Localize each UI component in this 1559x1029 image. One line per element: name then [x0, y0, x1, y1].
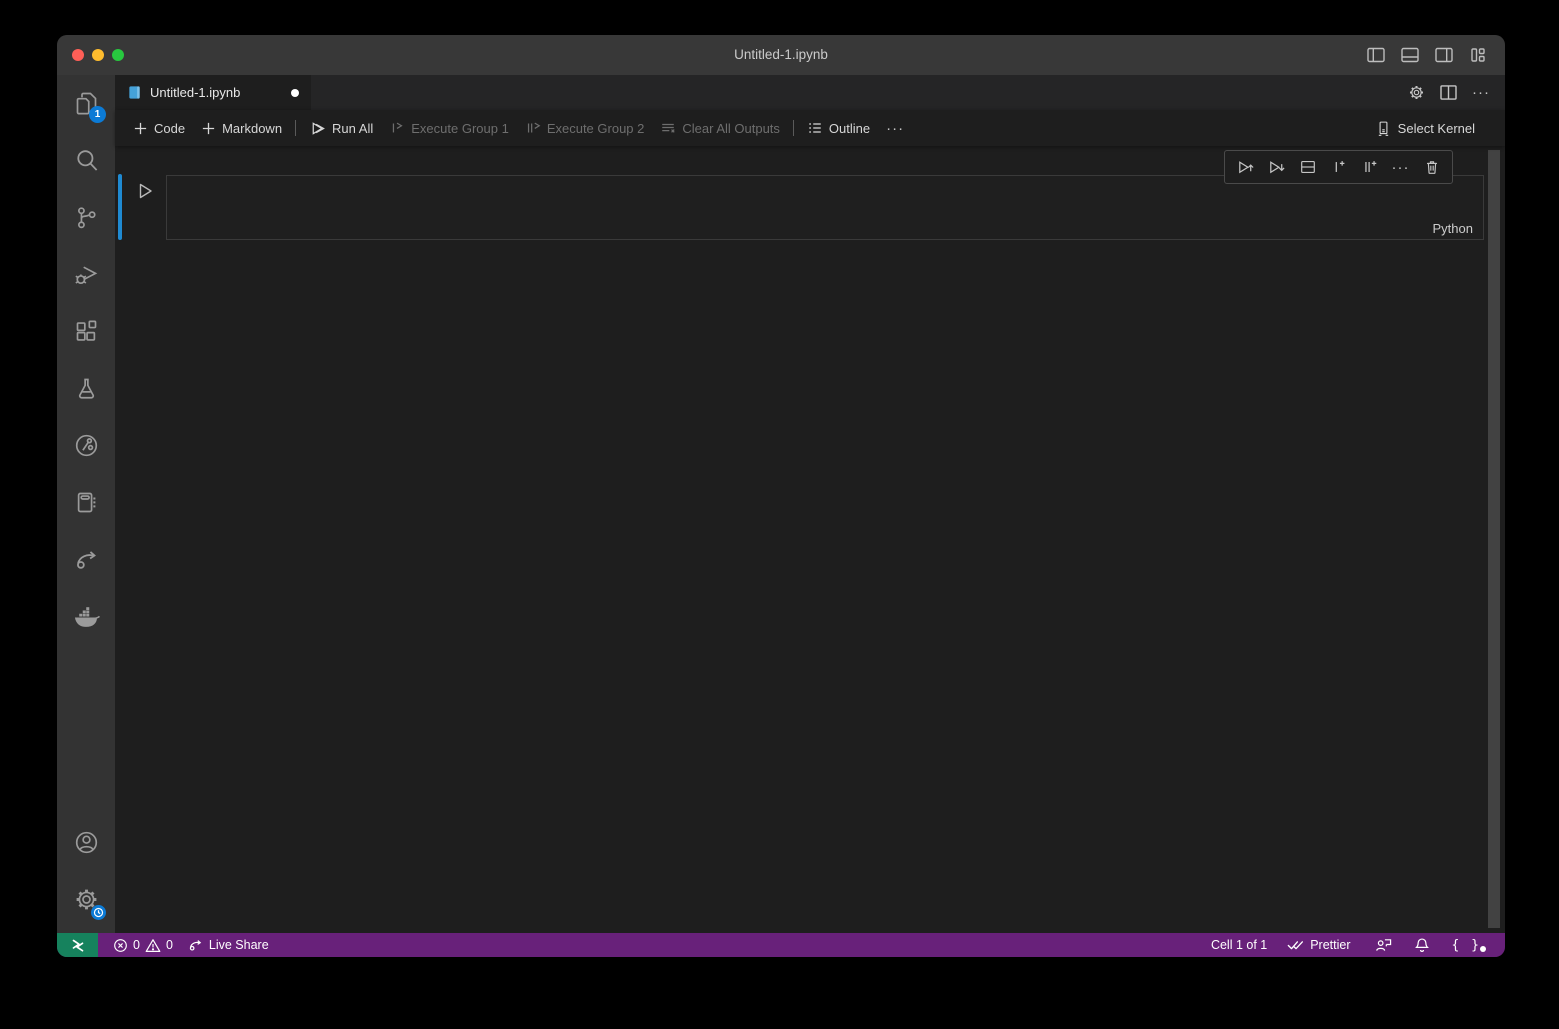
search-icon[interactable]	[57, 132, 115, 189]
warning-count: 0	[166, 938, 173, 952]
accounts-icon[interactable]	[57, 814, 115, 871]
run-cell-icon[interactable]	[135, 181, 155, 201]
notebook-settings-gear-icon[interactable]	[1408, 84, 1425, 101]
toggle-secondary-sidebar-icon[interactable]	[1435, 47, 1453, 63]
source-control-icon[interactable]	[57, 189, 115, 246]
extensions-icon[interactable]	[57, 303, 115, 360]
explorer-badge: 1	[89, 106, 106, 123]
more-editor-actions-icon[interactable]: ···	[1472, 85, 1490, 100]
notebook-scrollbar[interactable]	[1488, 148, 1500, 932]
activity-bar-bottom	[57, 814, 115, 928]
layout-controls	[1367, 35, 1487, 75]
jupyter-notebook-icon[interactable]	[57, 474, 115, 531]
error-count: 0	[133, 938, 140, 952]
cell-ellipsis: ···	[1392, 160, 1410, 175]
insert-group-left-icon[interactable]	[1323, 153, 1354, 181]
split-editor-icon[interactable]	[1440, 85, 1457, 100]
toolbar-ellipsis: ···	[886, 121, 904, 136]
more-toolbar-actions-icon[interactable]: ···	[878, 115, 912, 141]
tab-untitled-ipynb[interactable]: Untitled-1.ipynb	[115, 75, 311, 110]
live-share-icon[interactable]	[57, 531, 115, 588]
window-title: Untitled-1.ipynb	[57, 35, 1505, 75]
toggle-panel-icon[interactable]	[1401, 47, 1419, 63]
execute-group-1-button[interactable]: Execute Group 1	[381, 115, 517, 141]
status-bar-right: Cell 1 of 1 Prettier	[1204, 933, 1505, 957]
prettier-status[interactable]: Prettier	[1280, 933, 1357, 957]
notebook-file-icon	[127, 85, 142, 100]
docker-icon[interactable]	[57, 588, 115, 645]
add-markdown-label: Markdown	[222, 121, 282, 136]
testing-icon[interactable]	[57, 360, 115, 417]
remote-indicator[interactable]	[57, 933, 98, 957]
execute-below-icon[interactable]	[1261, 153, 1292, 181]
scrollbar-thumb[interactable]	[1488, 150, 1500, 928]
live-share-label: Live Share	[209, 938, 269, 952]
status-bar: 0 0 Live Share Cell 1 of 1 Prettier	[57, 933, 1505, 957]
problems-indicator[interactable]: 0 0	[106, 933, 180, 957]
cell-position-indicator[interactable]: Cell 1 of 1	[1204, 933, 1274, 957]
select-kernel-button[interactable]: Select Kernel	[1367, 115, 1483, 141]
notebook-toolbar: Code Markdown Run All Exec	[115, 110, 1505, 146]
customize-layout-icon[interactable]	[1469, 47, 1487, 63]
braces-dot	[1480, 946, 1486, 952]
prettier-label: Prettier	[1310, 938, 1350, 952]
outline-button[interactable]: Outline	[799, 115, 878, 141]
braces-glyph: { }	[1452, 938, 1481, 953]
editor-actions: ···	[1408, 75, 1505, 110]
run-debug-icon[interactable]	[57, 246, 115, 303]
unsaved-changes-dot[interactable]	[291, 89, 299, 97]
tab-bar: Untitled-1.ipynb ···	[115, 75, 1505, 110]
more-cell-actions-icon[interactable]: ···	[1385, 153, 1416, 181]
toolbar-separator	[295, 120, 296, 136]
run-all-button[interactable]: Run All	[301, 115, 381, 141]
notebook-body: ··· P	[115, 146, 1505, 933]
insert-group-right-icon[interactable]	[1354, 153, 1385, 181]
add-code-cell-button[interactable]: Code	[125, 115, 193, 141]
outline-label: Outline	[829, 121, 870, 136]
braces-status-icon[interactable]: { }	[1445, 933, 1499, 957]
toggle-primary-sidebar-icon[interactable]	[1367, 47, 1385, 63]
notifications-bell-icon[interactable]	[1407, 933, 1437, 957]
execute-group-2-button[interactable]: Execute Group 2	[517, 115, 653, 141]
cell-language-picker[interactable]: Python	[1433, 221, 1473, 236]
explorer-icon[interactable]: 1	[57, 75, 115, 132]
split-cell-icon[interactable]	[1292, 153, 1323, 181]
add-code-label: Code	[154, 121, 185, 136]
settings-gear-icon[interactable]	[57, 871, 115, 928]
execute-group-2-label: Execute Group 2	[547, 121, 645, 136]
main-area: 1	[57, 75, 1505, 933]
toolbar-separator	[793, 120, 794, 136]
editor-area: Untitled-1.ipynb ···	[115, 75, 1505, 933]
cell-focus-indicator[interactable]	[118, 174, 122, 240]
delete-cell-icon[interactable]	[1416, 153, 1447, 181]
live-share-status[interactable]: Live Share	[180, 933, 276, 957]
gitlens-icon[interactable]	[57, 417, 115, 474]
execute-above-icon[interactable]	[1230, 153, 1261, 181]
clear-all-outputs-button[interactable]: Clear All Outputs	[652, 115, 788, 141]
tab-label: Untitled-1.ipynb	[150, 85, 240, 100]
execute-group-1-label: Execute Group 1	[411, 121, 509, 136]
activity-bar: 1	[57, 75, 115, 933]
select-kernel-label: Select Kernel	[1398, 121, 1475, 136]
title-bar: Untitled-1.ipynb	[57, 35, 1505, 75]
cell-position-label: Cell 1 of 1	[1211, 938, 1267, 952]
clear-all-outputs-label: Clear All Outputs	[682, 121, 780, 136]
vscode-window: Untitled-1.ipynb 1	[57, 35, 1505, 957]
add-markdown-cell-button[interactable]: Markdown	[193, 115, 290, 141]
run-all-label: Run All	[332, 121, 373, 136]
code-cell-editor[interactable]: Python	[166, 175, 1484, 240]
cell-toolbar: ···	[1224, 150, 1453, 184]
feedback-icon[interactable]	[1368, 933, 1399, 957]
settings-clock-badge	[91, 905, 106, 920]
